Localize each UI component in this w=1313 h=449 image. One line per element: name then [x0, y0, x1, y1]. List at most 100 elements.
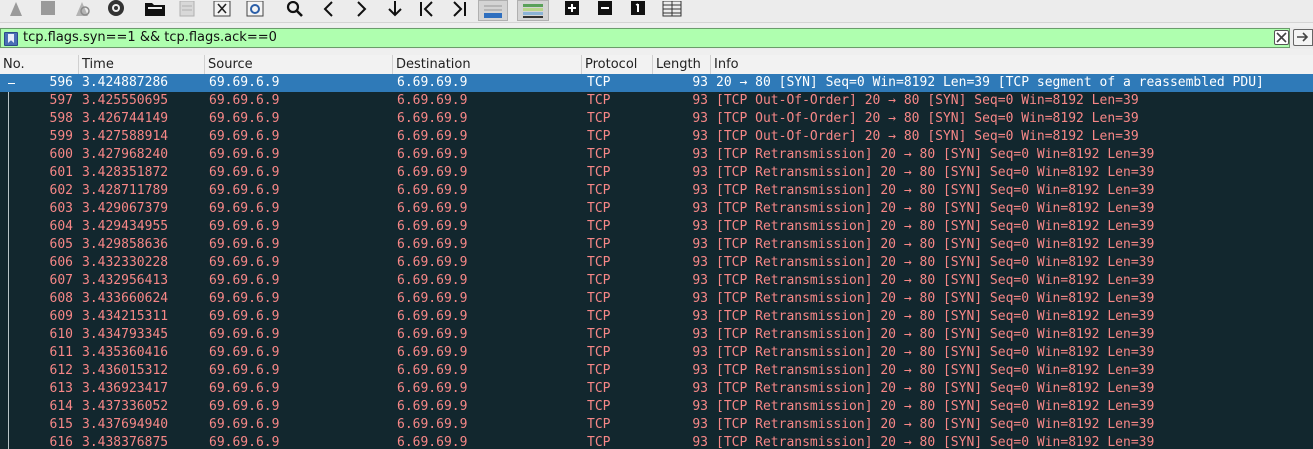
cell-time: 3.436015312	[82, 363, 169, 378]
cell-source: 69.69.6.9	[209, 435, 280, 449]
cell-no: 598	[49, 111, 73, 126]
column-header-time[interactable]: Time	[79, 55, 205, 74]
column-header-source[interactable]: Source	[205, 55, 393, 74]
reload-file-icon[interactable]	[243, 0, 267, 18]
cell-time: 3.427588914	[82, 129, 169, 144]
restart-capture-icon[interactable]	[71, 0, 95, 18]
cell-source: 69.69.6.9	[209, 255, 280, 270]
table-row[interactable]: 597 3.425550695 69.69.6.9 6.69.69.9 TCP 93 [TC…	[0, 92, 1313, 110]
table-row[interactable]: 608 3.433660624 69.69.6.9 6.69.69.9 TCP 93 [TC…	[0, 290, 1313, 308]
capture-options-icon[interactable]	[103, 0, 129, 18]
resize-columns-icon[interactable]	[660, 0, 684, 18]
table-row[interactable]: 605 3.429858636 69.69.6.9 6.69.69.9 TCP 93 [TC…	[0, 236, 1313, 254]
save-file-icon[interactable]	[176, 0, 198, 18]
close-file-icon[interactable]	[210, 0, 234, 18]
column-header-protocol[interactable]: Protocol	[582, 55, 653, 74]
table-row[interactable]: 616 3.438376875 69.69.6.9 6.69.69.9 TCP 93 [TC…	[0, 434, 1313, 449]
go-to-packet-icon[interactable]	[383, 0, 407, 18]
table-row[interactable]: 606 3.432330228 69.69.6.9 6.69.69.9 TCP 93 [TC…	[0, 254, 1313, 272]
cell-no: 603	[49, 201, 73, 216]
cell-length: 93	[692, 345, 708, 360]
colorize-icon[interactable]	[517, 0, 549, 21]
cell-source: 69.69.6.9	[209, 201, 280, 216]
cell-info: [TCP Retransmission] 20 → 80 [SYN] Seq=0…	[716, 237, 1155, 252]
filter-bookmark-icon[interactable]	[4, 32, 18, 46]
column-header-length[interactable]: Length	[653, 55, 711, 74]
table-row[interactable]: 601 3.428351872 69.69.6.9 6.69.69.9 TCP 93 [TC…	[0, 164, 1313, 182]
cell-length: 93	[692, 75, 708, 90]
cell-length: 93	[692, 201, 708, 216]
column-header-destination[interactable]: Destination	[393, 55, 582, 74]
cell-time: 3.436923417	[82, 381, 169, 396]
table-row[interactable]: 603 3.429067379 69.69.6.9 6.69.69.9 TCP 93 [TC…	[0, 200, 1313, 218]
cell-no: 605	[49, 237, 73, 252]
table-row[interactable]: 602 3.428711789 69.69.6.9 6.69.69.9 TCP 93 [TC…	[0, 182, 1313, 200]
cell-no: 616	[49, 435, 73, 449]
table-row[interactable]: 611 3.435360416 69.69.6.9 6.69.69.9 TCP 93 [TC…	[0, 344, 1313, 362]
table-row[interactable]: 599 3.427588914 69.69.6.9 6.69.69.9 TCP 93 [TC…	[0, 128, 1313, 146]
cell-source: 69.69.6.9	[209, 219, 280, 234]
table-row[interactable]: 596 3.424887286 69.69.6.9 6.69.69.9 TCP 93 20 …	[0, 74, 1313, 92]
cell-destination: 6.69.69.9	[397, 183, 468, 198]
cell-time: 3.426744149	[82, 111, 169, 126]
cell-destination: 6.69.69.9	[397, 165, 468, 180]
zoom-in-icon[interactable]	[561, 0, 583, 18]
auto-scroll-icon[interactable]	[478, 0, 508, 21]
cell-source: 69.69.6.9	[209, 309, 280, 324]
table-row[interactable]: 607 3.432956413 69.69.6.9 6.69.69.9 TCP 93 [TC…	[0, 272, 1313, 290]
table-row[interactable]: 612 3.436015312 69.69.6.9 6.69.69.9 TCP 93 [TC…	[0, 362, 1313, 380]
clear-filter-icon[interactable]	[1274, 30, 1289, 45]
cell-source: 69.69.6.9	[209, 291, 280, 306]
cell-no: 615	[49, 417, 73, 432]
packet-list[interactable]: 596 3.424887286 69.69.6.9 6.69.69.9 TCP 93 20 …	[0, 74, 1313, 449]
table-row[interactable]: 613 3.436923417 69.69.6.9 6.69.69.9 TCP 93 [TC…	[0, 380, 1313, 398]
go-back-icon[interactable]	[318, 0, 340, 18]
table-row[interactable]: 604 3.429434955 69.69.6.9 6.69.69.9 TCP 93 [TC…	[0, 218, 1313, 236]
cell-length: 93	[692, 93, 708, 108]
table-row[interactable]: 614 3.437336052 69.69.6.9 6.69.69.9 TCP 93 [TC…	[0, 398, 1313, 416]
cell-no: 614	[49, 399, 73, 414]
cell-destination: 6.69.69.9	[397, 201, 468, 216]
start-capture-icon[interactable]	[3, 0, 29, 18]
cell-protocol: TCP	[587, 237, 611, 252]
cell-time: 3.428711789	[82, 183, 169, 198]
cell-protocol: TCP	[587, 363, 611, 378]
cell-destination: 6.69.69.9	[397, 363, 468, 378]
display-filter-input[interactable]: tcp.flags.syn==1 && tcp.flags.ack==0	[0, 28, 1290, 48]
find-packet-icon[interactable]	[283, 0, 307, 18]
cell-destination: 6.69.69.9	[397, 75, 468, 90]
table-row[interactable]: 600 3.427968240 69.69.6.9 6.69.69.9 TCP 93 [TC…	[0, 146, 1313, 164]
go-forward-icon[interactable]	[350, 0, 372, 18]
cell-time: 3.429434955	[82, 219, 169, 234]
cell-destination: 6.69.69.9	[397, 219, 468, 234]
stop-capture-icon[interactable]	[36, 0, 60, 18]
cell-source: 69.69.6.9	[209, 75, 280, 90]
cell-time: 3.433660624	[82, 291, 169, 306]
cell-destination: 6.69.69.9	[397, 129, 468, 144]
cell-destination: 6.69.69.9	[397, 381, 468, 396]
cell-no: 601	[49, 165, 73, 180]
last-packet-icon[interactable]	[447, 0, 471, 18]
first-packet-icon[interactable]	[415, 0, 439, 18]
cell-source: 69.69.6.9	[209, 111, 280, 126]
cell-protocol: TCP	[587, 219, 611, 234]
table-row[interactable]: 609 3.434215311 69.69.6.9 6.69.69.9 TCP 93 [TC…	[0, 308, 1313, 326]
cell-info: [TCP Retransmission] 20 → 80 [SYN] Seq=0…	[716, 183, 1155, 198]
column-header-info[interactable]: Info	[711, 55, 1313, 74]
apply-filter-icon[interactable]	[1293, 29, 1313, 46]
cell-no: 606	[49, 255, 73, 270]
cell-info: [TCP Retransmission] 20 → 80 [SYN] Seq=0…	[716, 399, 1155, 414]
table-row[interactable]: 610 3.434793345 69.69.6.9 6.69.69.9 TCP 93 [TC…	[0, 326, 1313, 344]
table-row[interactable]: 598 3.426744149 69.69.6.9 6.69.69.9 TCP 93 [TC…	[0, 110, 1313, 128]
open-file-icon[interactable]	[142, 0, 168, 18]
cell-destination: 6.69.69.9	[397, 237, 468, 252]
normal-size-icon[interactable]	[627, 0, 649, 18]
cell-info: [TCP Retransmission] 20 → 80 [SYN] Seq=0…	[716, 381, 1155, 396]
cell-source: 69.69.6.9	[209, 381, 280, 396]
cell-destination: 6.69.69.9	[397, 147, 468, 162]
zoom-out-icon[interactable]	[594, 0, 616, 18]
column-header-no[interactable]: No.	[0, 55, 79, 74]
table-row[interactable]: 615 3.437694940 69.69.6.9 6.69.69.9 TCP 93 [TC…	[0, 416, 1313, 434]
cell-no: 607	[49, 273, 73, 288]
cell-destination: 6.69.69.9	[397, 327, 468, 342]
